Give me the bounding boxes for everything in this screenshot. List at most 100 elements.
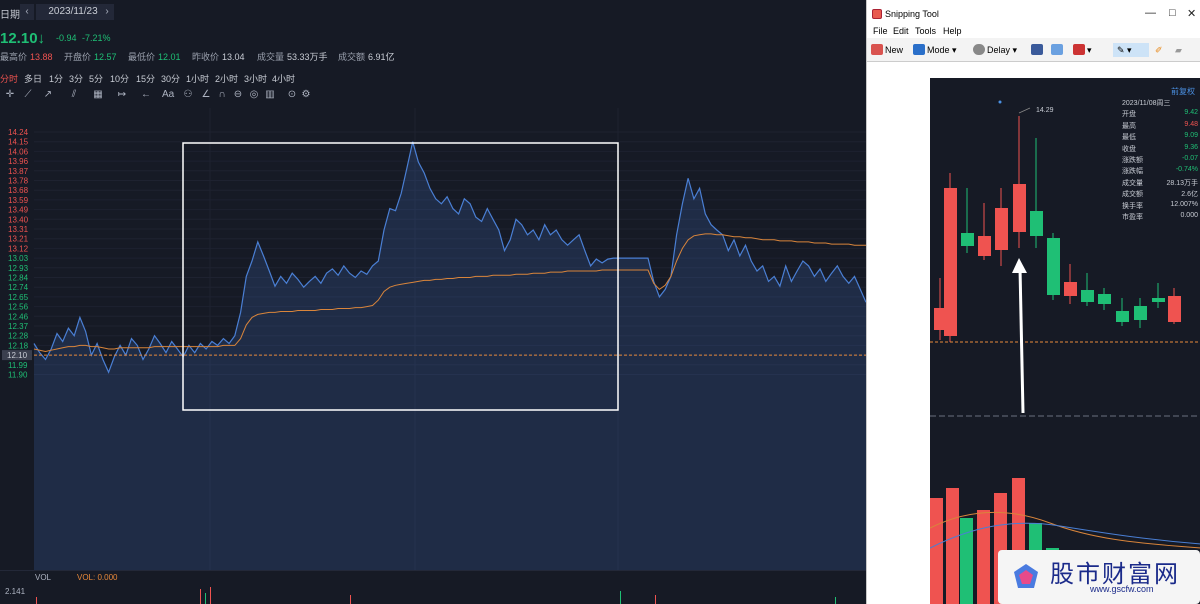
y-tick-label: 11.90 — [8, 371, 28, 380]
shapes-icon[interactable]: ⚇ — [182, 89, 194, 101]
candle-info-panel: 2023/11/08周三 开盘 9.42 最高 9.48 最低 9.09 收盘 9.36… — [1118, 98, 1200, 223]
y-tick-label: 13.40 — [8, 215, 29, 224]
y-tick-label: 12.18 — [8, 341, 29, 350]
volume-value: VOL: 0.000 — [77, 573, 118, 582]
prev-date-button[interactable]: ‹ — [20, 4, 34, 20]
high-price-label: 14.29 — [1036, 107, 1054, 114]
drawing-toolbar: ✛ ⟋ ↗ ⫽ ▦ ↦ ← Aa ⚇ ∠ ∩ ⊖ ◎ ▥ ⊙ ⚙ — [0, 89, 320, 103]
stat-prev-close: 昨收价 13.04 — [192, 52, 245, 62]
maximize-button[interactable]: □ — [1169, 7, 1176, 19]
tab-multiday[interactable]: 多日 — [24, 72, 42, 85]
price-change: -0.94 — [56, 33, 77, 43]
trash-icon[interactable]: ▥ — [264, 89, 276, 101]
arrow-tool-icon[interactable]: ← — [140, 89, 152, 101]
y-tick-label: 12.65 — [8, 293, 29, 302]
info-open: 开盘 9.42 — [1122, 109, 1198, 119]
y-tick-label: 14.24 — [8, 128, 29, 137]
volume-bar — [960, 518, 973, 604]
volume-indicator-label[interactable]: VOL — [35, 573, 51, 582]
text-tool-icon[interactable]: Aa — [162, 89, 174, 101]
tab-10min[interactable]: 10分 — [110, 72, 129, 85]
current-price-tag-label: 12.10 — [7, 351, 28, 360]
settings-gear-icon[interactable]: ⚙ — [300, 89, 312, 101]
candle-body — [995, 208, 1008, 250]
tab-4hour[interactable]: 4小时 — [272, 72, 295, 85]
tab-30min[interactable]: 30分 — [161, 72, 180, 85]
menu-bar: File Edit Tools Help — [867, 24, 1200, 38]
lock-icon[interactable]: ⊖ — [232, 89, 244, 101]
eye-icon[interactable]: ◎ — [248, 89, 260, 101]
menu-edit[interactable]: Edit — [893, 26, 909, 36]
info-change-pct: 涨跌幅 -0.74% — [1122, 166, 1198, 176]
highlighter-icon[interactable]: ✐ — [1155, 43, 1163, 57]
annotation-arrow-shaft — [1018, 267, 1025, 414]
y-tick-label: 13.21 — [8, 235, 29, 244]
y-tick-label: 12.93 — [8, 264, 29, 273]
y-tick-label: 12.74 — [8, 283, 29, 292]
current-price: 12.10↓ — [0, 30, 46, 47]
brush-icon[interactable]: ∠ — [200, 89, 212, 101]
eraser-icon[interactable]: ▰ — [1175, 43, 1182, 57]
y-tick-label: 12.46 — [8, 312, 29, 321]
period-label: 日期 — [0, 10, 20, 21]
magnet-icon[interactable]: ∩ — [216, 89, 228, 101]
candle-body — [1152, 298, 1165, 302]
intraday-chart[interactable]: 14.2414.1514.0613.9613.8713.7813.6813.59… — [0, 108, 866, 570]
date-field[interactable]: 2023/11/23 — [36, 4, 110, 20]
mode-icon — [913, 44, 925, 55]
y-tick-label: 13.96 — [8, 157, 29, 166]
y-tick-label: 12.37 — [8, 322, 29, 331]
minimize-button[interactable]: — — [1145, 7, 1156, 19]
ray-icon[interactable]: ↗ — [42, 89, 54, 101]
tab-15min[interactable]: 15分 — [136, 72, 155, 85]
measure-icon[interactable]: ↦ — [116, 89, 128, 101]
send-snip-icon[interactable]: ▾ — [1073, 43, 1092, 57]
menu-tools[interactable]: Tools — [915, 26, 936, 36]
copy-icon[interactable] — [1051, 43, 1065, 57]
y-tick-label: 13.12 — [8, 244, 29, 253]
annotation-arrow-head — [1012, 258, 1027, 273]
next-date-button[interactable]: › — [100, 4, 114, 20]
info-turnover: 成交额 2.6亿 — [1122, 191, 1198, 199]
y-tick-label: 13.68 — [8, 186, 29, 195]
menu-help[interactable]: Help — [943, 26, 962, 36]
y-tick-label: 13.87 — [8, 167, 29, 176]
tab-2hour[interactable]: 2小时 — [215, 72, 238, 85]
y-tick-label: 13.49 — [8, 206, 29, 215]
trendline-icon[interactable]: ⟋ — [22, 89, 34, 101]
watermark-logo: 股市财富网 www.gscfw.com — [998, 550, 1200, 604]
down-arrow-icon: ↓ — [37, 30, 46, 47]
grid-tool-icon[interactable]: ▦ — [92, 89, 104, 101]
save-icon[interactable] — [1031, 43, 1045, 57]
snipping-tool-icon — [872, 9, 882, 19]
delay-button[interactable]: Delay ▾ — [973, 43, 1017, 57]
y-tick-label: 14.06 — [8, 147, 29, 156]
pen-icon[interactable]: ✎ ▾ — [1113, 43, 1149, 57]
y-tick-label: 14.15 — [8, 138, 29, 147]
y-tick-label: 13.31 — [8, 225, 29, 234]
adjustment-label[interactable]: 前复权 — [1171, 86, 1195, 97]
tab-3hour[interactable]: 3小时 — [244, 72, 267, 85]
tab-5min[interactable]: 5分 — [89, 72, 103, 85]
tab-3min[interactable]: 3分 — [69, 72, 83, 85]
visibility-icon[interactable]: ⊙ — [286, 89, 298, 101]
close-button[interactable]: ✕ — [1187, 7, 1196, 20]
crosshair-icon[interactable]: ✛ — [4, 89, 16, 101]
menu-file[interactable]: File — [873, 26, 888, 36]
tab-intraday[interactable]: 分时 — [0, 72, 18, 85]
date-navigator: 日期 ‹ 2023/11/23 › — [0, 0, 866, 24]
y-tick-label: 13.59 — [8, 196, 29, 205]
tab-1hour[interactable]: 1小时 — [186, 72, 209, 85]
mode-button[interactable]: Mode ▾ — [913, 43, 957, 57]
candle-body — [1116, 311, 1129, 322]
screen: 日期 ‹ 2023/11/23 › 12.10↓ -0.94 -7.21% 最高… — [0, 0, 1200, 604]
info-close: 收盘 9.36 — [1122, 143, 1198, 153]
new-snip-button[interactable]: New — [871, 43, 903, 57]
tab-1min[interactable]: 1分 — [49, 72, 63, 85]
info-high: 最高 9.48 — [1122, 120, 1198, 130]
snipping-tool-window: Snipping Tool — □ ✕ File Edit Tools Help… — [866, 0, 1200, 604]
y-tick-label: 12.28 — [8, 332, 29, 341]
channel-icon[interactable]: ⫽ — [68, 89, 80, 101]
info-low: 最低 9.09 — [1122, 132, 1198, 142]
candle-body — [1013, 184, 1026, 232]
